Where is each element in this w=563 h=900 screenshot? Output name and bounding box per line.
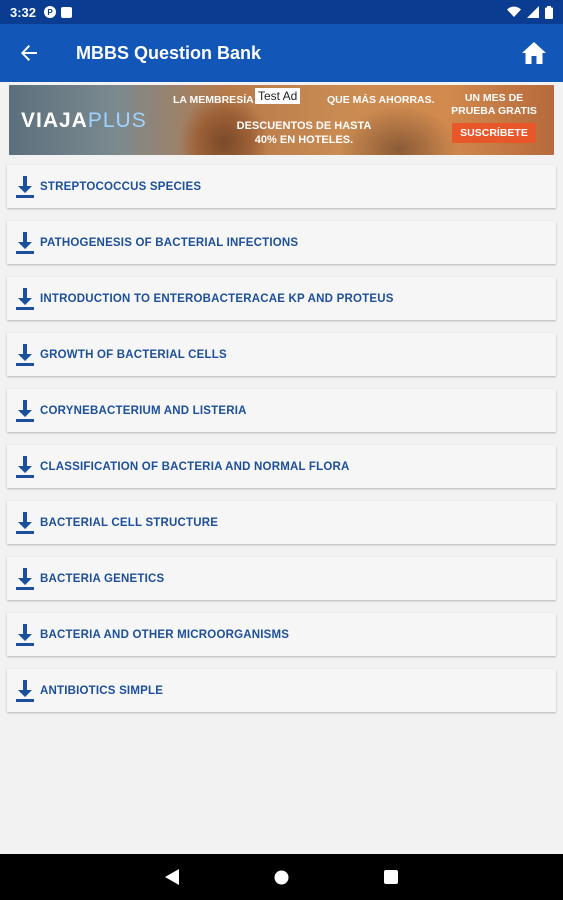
status-bar: 3:32 P [0,0,563,24]
nav-home-button[interactable] [274,870,289,885]
status-time: 3:32 [10,4,37,20]
topic-row[interactable]: BACTERIA AND OTHER MICROORGANISMS [7,613,556,656]
page-title: MBBS Question Bank [76,42,262,63]
topic-row[interactable]: ANTIBIOTICS SIMPLE [7,669,556,712]
wifi-icon [507,6,521,18]
topic-label: PATHOGENESIS OF BACTERIAL INFECTIONS [40,236,299,249]
topic-label: BACTERIA GENETICS [40,572,165,585]
nav-recents-button[interactable] [384,870,398,884]
topic-label: BACTERIAL CELL STRUCTURE [40,516,219,529]
topic-row[interactable]: GROWTH OF BACTERIAL CELLS [7,333,556,376]
download-icon[interactable] [13,679,37,702]
storage-icon [61,6,73,18]
system-icons [507,5,553,19]
parking-icon: P [44,6,57,18]
download-icon[interactable] [13,455,37,478]
nav-back-button[interactable] [165,869,179,885]
ad-trial-text: UN MES DE PRUEBA GRATIS [451,92,537,117]
circle-home-icon [274,870,289,884]
battery-icon [545,5,553,19]
test-ad-label: Test Ad [255,88,301,104]
download-icon[interactable] [13,231,37,254]
download-icon[interactable] [13,287,37,310]
download-icon[interactable] [13,343,37,366]
back-button[interactable] [0,24,58,82]
download-icon[interactable] [13,511,37,534]
home-button[interactable] [505,24,563,82]
topic-row[interactable]: CLASSIFICATION OF BACTERIA AND NORMAL FL… [7,445,556,488]
system-nav-bar [0,854,563,900]
topic-label: BACTERIA AND OTHER MICROORGANISMS [40,628,290,641]
notification-icons: P [44,6,73,18]
topic-label: STREPTOCOCCUS SPECIES [40,180,202,193]
ad-headline-left: LA MEMBRESÍA [173,94,254,106]
topic-label: CORYNEBACTERIUM AND LISTERIA [40,404,247,417]
download-icon[interactable] [13,175,37,198]
topic-row[interactable]: PATHOGENESIS OF BACTERIAL INFECTIONS [7,221,556,264]
topic-row[interactable]: BACTERIA GENETICS [7,557,556,600]
signal-icon [527,6,539,18]
square-recents-icon [384,870,398,884]
ad-banner[interactable]: VIAJAPLUS LA MEMBRESÍA QUE MÁS AHORRAS. … [9,85,554,155]
topic-list: STREPTOCOCCUS SPECIES PATHOGENESIS OF BAC… [7,165,556,725]
topic-row[interactable]: CORYNEBACTERIUM AND LISTERIA [7,389,556,432]
ad-headline-right: QUE MÁS AHORRAS. [327,94,435,106]
topic-label: INTRODUCTION TO ENTEROBACTERACAE KP AND … [40,292,394,305]
topic-label: ANTIBIOTICS SIMPLE [40,684,164,697]
topic-row[interactable]: STREPTOCOCCUS SPECIES [7,165,556,208]
app-bar: MBBS Question Bank [0,24,563,82]
home-icon [522,42,546,64]
download-icon[interactable] [13,399,37,422]
download-icon[interactable] [13,623,37,646]
topic-row[interactable]: BACTERIAL CELL STRUCTURE [7,501,556,544]
ad-offer: DESCUENTOS DE HASTA 40% EN HOTELES. [236,120,372,146]
triangle-back-icon [165,869,179,885]
topic-label: CLASSIFICATION OF BACTERIA AND NORMAL FL… [40,460,350,473]
topic-label: GROWTH OF BACTERIAL CELLS [40,348,227,361]
topic-row[interactable]: INTRODUCTION TO ENTEROBACTERACAE KP AND … [7,277,556,320]
ad-logo: VIAJAPLUS [21,109,147,132]
ad-subscribe-button[interactable]: SUSCRÍBETE [452,123,536,143]
download-icon[interactable] [13,567,37,590]
arrow-back-icon [21,45,37,61]
